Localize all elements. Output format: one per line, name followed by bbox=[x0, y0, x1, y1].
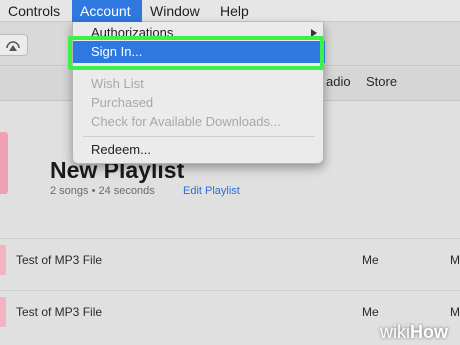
watermark-logo: wikiHow bbox=[380, 322, 448, 342]
menu-separator bbox=[83, 136, 315, 137]
table-row[interactable]: Test of MP3 File Me M bbox=[0, 238, 460, 280]
edit-playlist-link[interactable]: Edit Playlist bbox=[183, 185, 240, 197]
song-album: M bbox=[450, 305, 460, 319]
menu-item-label: Authorizations bbox=[91, 25, 174, 40]
menu-item-label: Wish List bbox=[91, 76, 144, 91]
menu-item-redeem[interactable]: Redeem... bbox=[73, 139, 325, 161]
menu-help[interactable]: Help bbox=[220, 0, 249, 22]
menu-item-label: Purchased bbox=[91, 95, 154, 110]
song-artwork bbox=[0, 297, 6, 327]
submenu-arrow-icon bbox=[311, 29, 317, 37]
nav-store[interactable]: Store bbox=[366, 74, 397, 89]
song-title: Test of MP3 File bbox=[16, 305, 103, 319]
playlist-meta: 2 songs • 24 seconds bbox=[50, 185, 155, 197]
song-artwork bbox=[0, 245, 6, 275]
airplay-button[interactable] bbox=[0, 34, 28, 56]
airplay-icon bbox=[6, 41, 20, 51]
menu-item-label: Redeem... bbox=[91, 142, 151, 157]
playlist-artwork bbox=[0, 132, 8, 194]
menu-bar: Controls Account Window Help bbox=[0, 0, 460, 22]
menu-controls[interactable]: Controls bbox=[8, 0, 60, 22]
menu-account[interactable]: Account bbox=[72, 0, 142, 22]
menu-item-label: Sign In... bbox=[91, 44, 143, 59]
song-title: Test of MP3 File bbox=[16, 253, 103, 267]
song-artist: Me bbox=[362, 305, 379, 319]
account-menu: Authorizations Sign In... Wish List Purc… bbox=[72, 22, 325, 164]
song-album: M bbox=[450, 253, 460, 267]
menu-item-label: Check for Available Downloads... bbox=[91, 114, 281, 129]
song-artist: Me bbox=[362, 253, 379, 267]
menu-separator bbox=[83, 68, 315, 69]
menu-item-check-downloads: Check for Available Downloads... bbox=[73, 111, 325, 133]
menu-window[interactable]: Window bbox=[150, 0, 200, 22]
menu-item-sign-in[interactable]: Sign In... bbox=[73, 41, 325, 63]
nav-radio[interactable]: adio bbox=[326, 74, 351, 89]
